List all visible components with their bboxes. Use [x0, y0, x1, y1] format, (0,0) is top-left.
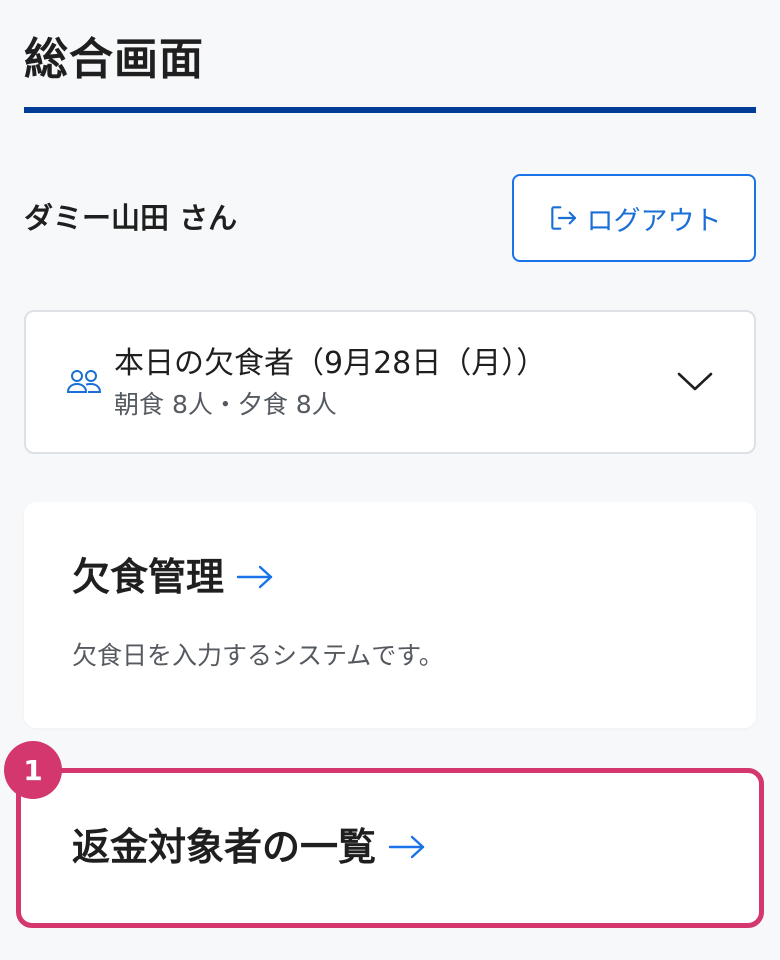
- todays-absentees-panel[interactable]: 本日の欠食者（9月28日（月）） 朝食 8人・夕食 8人: [24, 310, 756, 454]
- logout-button[interactable]: ログアウト: [512, 174, 756, 262]
- arrow-right-icon: [388, 835, 425, 859]
- step-badge: 1: [4, 741, 62, 799]
- page-title: 総合画面: [24, 34, 204, 85]
- refund-list-link[interactable]: 返金対象者の一覧: [72, 822, 426, 872]
- absentees-summary: 朝食 8人・夕食 8人: [114, 390, 337, 419]
- refund-list-title: 返金対象者の一覧: [72, 825, 377, 869]
- absence-management-card[interactable]: [24, 502, 756, 728]
- logout-label: ログアウト: [586, 205, 722, 237]
- arrow-right-icon: [236, 565, 273, 589]
- chevron-down-icon[interactable]: [676, 368, 714, 394]
- absentees-title: 本日の欠食者（9月28日（月））: [114, 346, 547, 381]
- logout-icon: [550, 206, 576, 230]
- absence-management-title: 欠食管理: [72, 555, 225, 599]
- people-icon: [66, 370, 102, 393]
- user-greeting: ダミー山田 さん: [24, 201, 238, 235]
- absence-management-link[interactable]: 欠食管理: [72, 552, 274, 602]
- absence-management-description: 欠食日を入力するシステムです。: [72, 641, 444, 670]
- title-divider: [24, 107, 756, 113]
